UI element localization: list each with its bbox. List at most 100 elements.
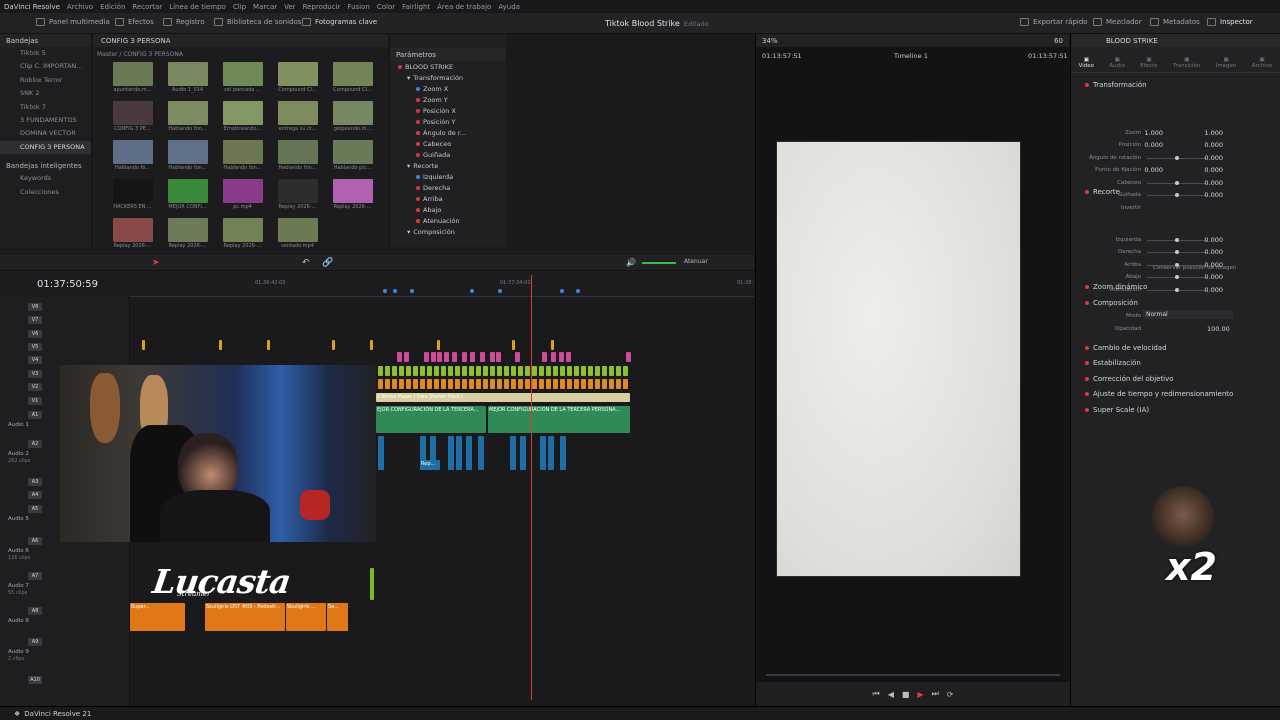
video-clip[interactable]	[559, 352, 564, 362]
menu-item[interactable]: Edición	[100, 3, 125, 11]
parameter-row[interactable]: Izquierda	[390, 171, 506, 182]
parameter-row[interactable]: Posición Y	[390, 116, 506, 127]
enable-dot[interactable]	[1085, 392, 1089, 396]
video-clip[interactable]	[581, 366, 586, 376]
loop-icon[interactable]: ⟳	[947, 690, 954, 699]
volume-slider[interactable]	[642, 262, 676, 264]
audio-clip[interactable]	[560, 436, 566, 470]
video-clip[interactable]	[413, 366, 418, 376]
param-value[interactable]: 0.000	[1201, 236, 1223, 244]
video-clip[interactable]	[378, 366, 383, 376]
audio-clip[interactable]: Sa...	[327, 603, 348, 631]
param-value[interactable]: 0.000	[1201, 248, 1223, 256]
video-clip[interactable]	[431, 352, 436, 362]
parameter-row[interactable]: Atenuación	[390, 215, 506, 226]
clip-thumbnail[interactable]: cel pancada ...	[215, 62, 270, 95]
sound-library-button[interactable]: Biblioteca de sonidos	[214, 18, 301, 26]
inspector-section[interactable]: Super Scale (IA)	[1085, 406, 1149, 414]
audio-clip[interactable]: EJOR CONFIGURACION DE LA TERCERA...	[376, 406, 486, 433]
video-clip[interactable]	[546, 379, 551, 389]
clip-thumbnail[interactable]: Audio 1_014	[160, 62, 215, 95]
video-clip[interactable]	[532, 379, 537, 389]
param-value[interactable]: 0.000	[1201, 191, 1223, 199]
audio-clip[interactable]	[548, 436, 554, 470]
bin-item[interactable]: 3 FUNDAMENTOS	[0, 114, 91, 127]
timeline-marker[interactable]	[498, 289, 502, 293]
attenuate-button[interactable]: Atenuar	[684, 258, 708, 265]
video-clip[interactable]	[525, 366, 530, 376]
param-slider[interactable]	[1147, 193, 1207, 197]
clip-thumbnail[interactable]: pc.mp4	[215, 179, 270, 212]
zoom-level[interactable]: 34%	[762, 37, 778, 45]
video-clip[interactable]	[595, 379, 600, 389]
track-id[interactable]: A8	[28, 607, 42, 615]
parameter-row[interactable]: Guiñada	[390, 149, 506, 160]
param-value[interactable]: 0.000	[1201, 286, 1223, 294]
video-clip[interactable]	[497, 366, 502, 376]
param-slider[interactable]	[1147, 275, 1207, 279]
track-id[interactable]: V6	[28, 330, 42, 338]
smart-bin-item[interactable]: Keywords	[0, 172, 91, 185]
video-clip[interactable]	[413, 379, 418, 389]
clip-thumbnail[interactable]: Hablando fon...	[270, 140, 325, 173]
video-clip[interactable]	[404, 352, 409, 362]
video-clip[interactable]	[539, 366, 544, 376]
video-clip[interactable]	[616, 379, 621, 389]
index-button[interactable]: Registro	[163, 18, 205, 26]
video-clip[interactable]	[470, 352, 475, 362]
track-id[interactable]: V5	[28, 343, 42, 351]
video-clip[interactable]	[406, 379, 411, 389]
video-clip[interactable]	[483, 379, 488, 389]
clip-thumbnail[interactable]: Replay 2026-...	[105, 218, 160, 251]
video-clip[interactable]	[444, 352, 449, 362]
volume-icon[interactable]: 🔊	[626, 258, 636, 267]
stop-icon[interactable]: ■	[902, 690, 910, 699]
menu-item[interactable]: Archivo	[67, 3, 93, 11]
video-clip[interactable]	[476, 379, 481, 389]
parameter-row[interactable]: Ángulo de r...	[390, 127, 506, 138]
clip-thumbnail[interactable]: Replay 2026-...	[215, 218, 270, 251]
video-clip[interactable]	[551, 352, 556, 362]
transform-section[interactable]: Transformación	[1085, 81, 1147, 89]
menu-item[interactable]: Recortar	[132, 3, 162, 11]
video-frame[interactable]	[776, 141, 1021, 577]
clip-thumbnail[interactable]: Compound Cl...	[325, 62, 380, 95]
menu-item[interactable]: Línea de tiempo	[169, 3, 226, 11]
clip-thumbnail[interactable]: golpeando.m...	[325, 101, 380, 134]
video-clip[interactable]	[392, 379, 397, 389]
video-clip[interactable]	[595, 366, 600, 376]
video-clip[interactable]	[515, 352, 520, 362]
video-clip[interactable]	[420, 379, 425, 389]
video-clip[interactable]	[616, 366, 621, 376]
track-id[interactable]: A7	[28, 572, 42, 580]
video-clip[interactable]	[332, 340, 335, 350]
media-pool-button[interactable]: Panel multimedia	[36, 18, 110, 26]
step-back-icon[interactable]: ◀	[888, 690, 894, 699]
track-id[interactable]: A4	[28, 491, 42, 499]
video-clip[interactable]	[378, 379, 383, 389]
video-clip[interactable]	[511, 366, 516, 376]
menu-item[interactable]: DaVinci Resolve	[4, 3, 60, 11]
video-clip[interactable]	[434, 379, 439, 389]
audio-clip[interactable]	[520, 436, 526, 470]
video-clip[interactable]	[397, 352, 402, 362]
inspector-tab[interactable]: ▣ Video	[1079, 57, 1094, 69]
video-clip[interactable]	[370, 568, 374, 600]
track-id[interactable]: A9	[28, 638, 42, 646]
video-clip[interactable]	[267, 340, 270, 350]
clip-thumbnail[interactable]: MEJOR CONFI...	[160, 179, 215, 212]
param-slider[interactable]	[1147, 156, 1207, 160]
slider-knob[interactable]	[1175, 275, 1179, 279]
keyframe-graph[interactable]	[506, 34, 754, 247]
param-slider[interactable]	[1147, 288, 1207, 292]
menu-item[interactable]: Marcar	[253, 3, 277, 11]
video-clip[interactable]	[623, 379, 628, 389]
video-clip[interactable]	[602, 379, 607, 389]
clip-thumbnail[interactable]: Hablando fon...	[215, 140, 270, 173]
inspector-tab[interactable]: ▣ Imagen	[1216, 57, 1237, 69]
inspector-button[interactable]: Inspector	[1207, 18, 1253, 26]
audio-clip[interactable]: Skullgirls OST #03 - Pedestr...	[205, 603, 285, 631]
composite-section[interactable]: Composición	[1085, 299, 1138, 307]
parameter-row[interactable]: Cabeceo	[390, 138, 506, 149]
clip-thumbnail[interactable]: Compound Cl...	[270, 62, 325, 95]
